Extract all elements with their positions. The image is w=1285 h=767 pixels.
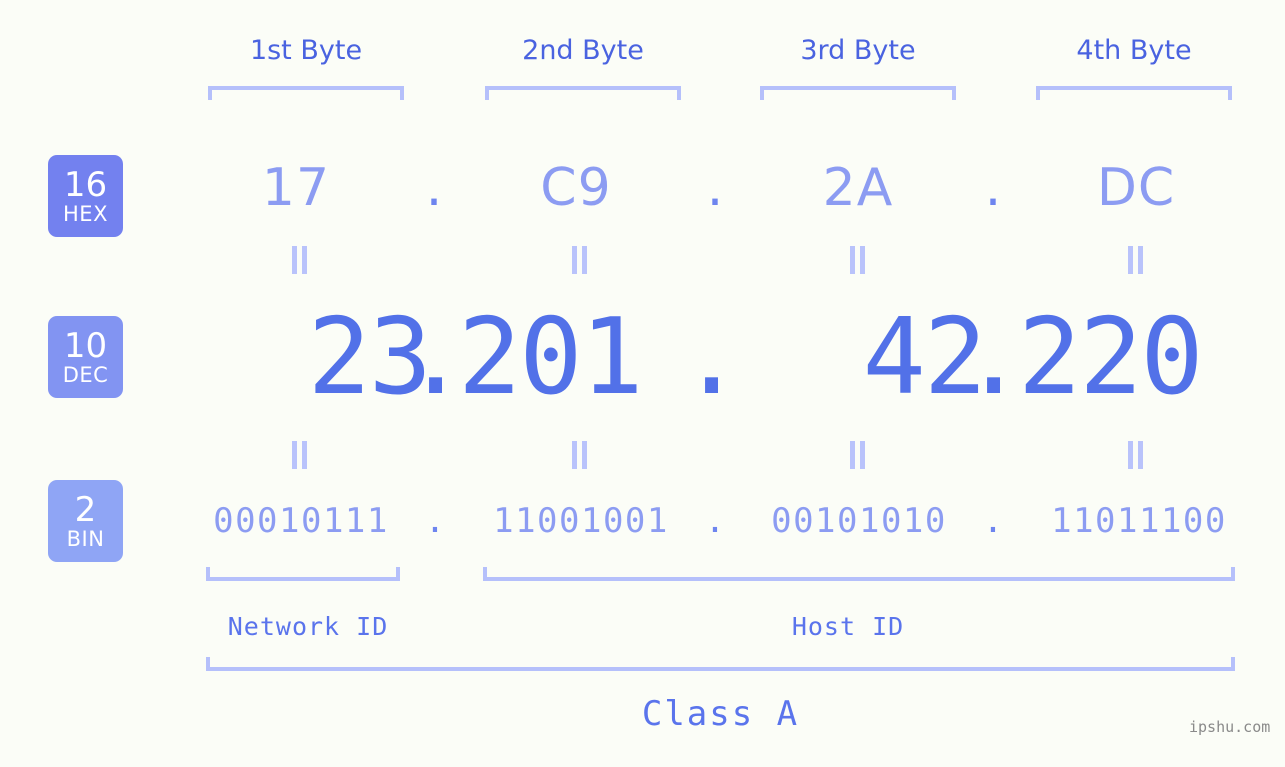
bin-value-byte-3: 00101010 [771, 501, 947, 541]
base-badge-dec: 10 DEC [48, 316, 123, 398]
network-id-bracket [206, 567, 400, 581]
bin-value-byte-4: 11011100 [1051, 501, 1227, 541]
bin-separator-1: . [424, 501, 446, 541]
dec-value-byte-1: 23 [307, 296, 432, 418]
byte-header-label-4: 4th Byte [1076, 35, 1192, 66]
byte-bracket-top-3 [760, 86, 956, 100]
hex-value-byte-4: DC [1096, 158, 1176, 218]
base-badge-bin-number: 2 [74, 489, 97, 530]
dec-separator-3: . [962, 296, 1026, 418]
equality-connector-dec-bin-3 [850, 441, 866, 469]
dec-separator-1: . [404, 296, 468, 418]
base-badge-bin: 2 BIN [48, 480, 123, 562]
host-id-bracket [483, 567, 1235, 581]
hex-separator-2: . [706, 158, 724, 218]
byte-header-label-2: 2nd Byte [522, 35, 644, 66]
base-badge-dec-label: DEC [62, 362, 109, 387]
equality-connector-hex-dec-2 [572, 246, 588, 274]
equality-connector-hex-dec-4 [1128, 246, 1144, 274]
equality-connector-dec-bin-1 [292, 441, 308, 469]
bin-value-byte-1: 00010111 [213, 501, 389, 541]
hex-value-byte-3: 2A [822, 158, 894, 218]
byte-bracket-top-1 [208, 86, 404, 100]
base-badge-hex-number: 16 [63, 164, 108, 205]
dec-value-byte-4: 220 [1018, 296, 1204, 418]
bin-value-byte-2: 11001001 [493, 501, 669, 541]
class-bracket [206, 657, 1235, 671]
equality-connector-hex-dec-3 [850, 246, 866, 274]
watermark: ipshu.com [1189, 718, 1271, 736]
byte-bracket-top-4 [1036, 86, 1232, 100]
equality-connector-hex-dec-1 [292, 246, 308, 274]
bin-separator-2: . [704, 501, 726, 541]
base-badge-hex-label: HEX [63, 201, 108, 226]
hex-value-byte-2: C9 [540, 158, 612, 218]
host-id-label: Host ID [791, 612, 905, 641]
class-label: Class A [641, 694, 800, 734]
base-badge-bin-label: BIN [66, 526, 105, 551]
byte-header-label-1: 1st Byte [249, 35, 363, 66]
bin-separator-3: . [982, 501, 1004, 541]
hex-value-byte-1: 17 [261, 158, 331, 218]
network-id-label: Network ID [227, 612, 389, 641]
byte-header-label-3: 3rd Byte [800, 35, 916, 66]
ip-breakdown-diagram: 1st Byte 2nd Byte 3rd Byte 4th Byte 16 H… [0, 0, 1285, 767]
dec-value-byte-3: 42 [862, 296, 987, 418]
base-badge-hex: 16 HEX [48, 155, 123, 237]
hex-separator-3: . [984, 158, 1002, 218]
byte-bracket-top-2 [485, 86, 681, 100]
equality-connector-dec-bin-2 [572, 441, 588, 469]
dec-value-byte-2: 201 [458, 296, 644, 418]
dec-separator-2: . [680, 296, 744, 418]
hex-separator-1: . [425, 158, 443, 218]
base-badge-dec-number: 10 [63, 325, 108, 366]
equality-connector-dec-bin-4 [1128, 441, 1144, 469]
